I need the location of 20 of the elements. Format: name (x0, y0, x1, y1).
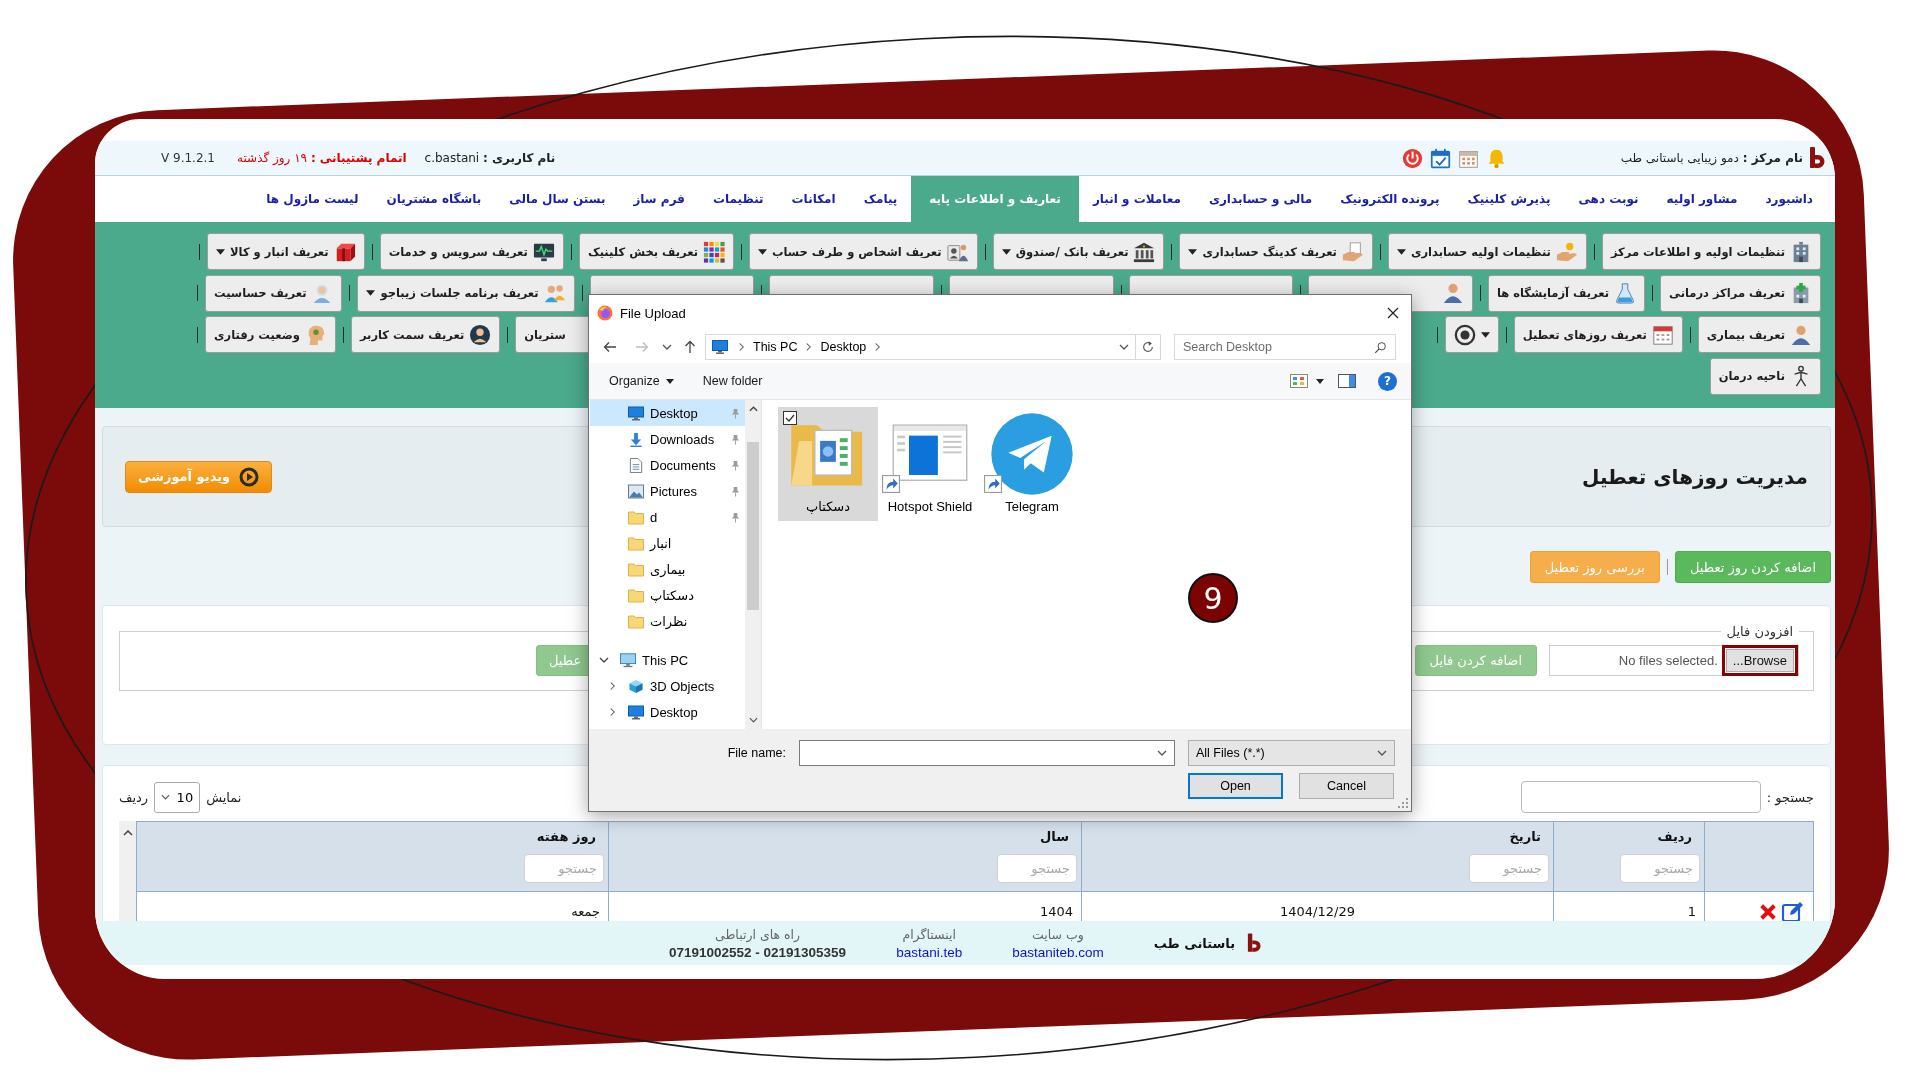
search-label: جستجو : (1766, 789, 1814, 805)
file-status: No files selected. (1618, 653, 1718, 668)
dialog-title: File Upload (620, 305, 686, 321)
contact-label: راه های ارتباطی (714, 926, 801, 942)
contact-label: اینستاگرام (902, 926, 956, 942)
column-title: روز هفته (535, 829, 597, 844)
page-size-label: ردیف (119, 789, 149, 805)
column-title: ردیف (1656, 829, 1693, 844)
fieldset-legend: افزودن فایل (1720, 624, 1799, 639)
center-name: نام مرکز : دمو زیبایی باستانی طب (1620, 151, 1803, 165)
version-label: V 9.1.2.1 (161, 151, 215, 165)
page-size-label: نمایش (206, 789, 242, 805)
contact-label: وب سایت (1032, 926, 1084, 942)
column-title: سال (1039, 829, 1070, 844)
phone-numbers: 07191002552 - 02191305359 (668, 944, 847, 960)
support-status: اتمام پشتیبانی : ۱۹ روز گذشته (237, 151, 407, 165)
page-title: مدیریت روزهای تعطیل (1582, 464, 1808, 489)
column-title: تاریخ (1508, 829, 1542, 844)
brand-name: باستانی طب (1153, 935, 1236, 951)
file-name-label: File name: (726, 746, 786, 760)
